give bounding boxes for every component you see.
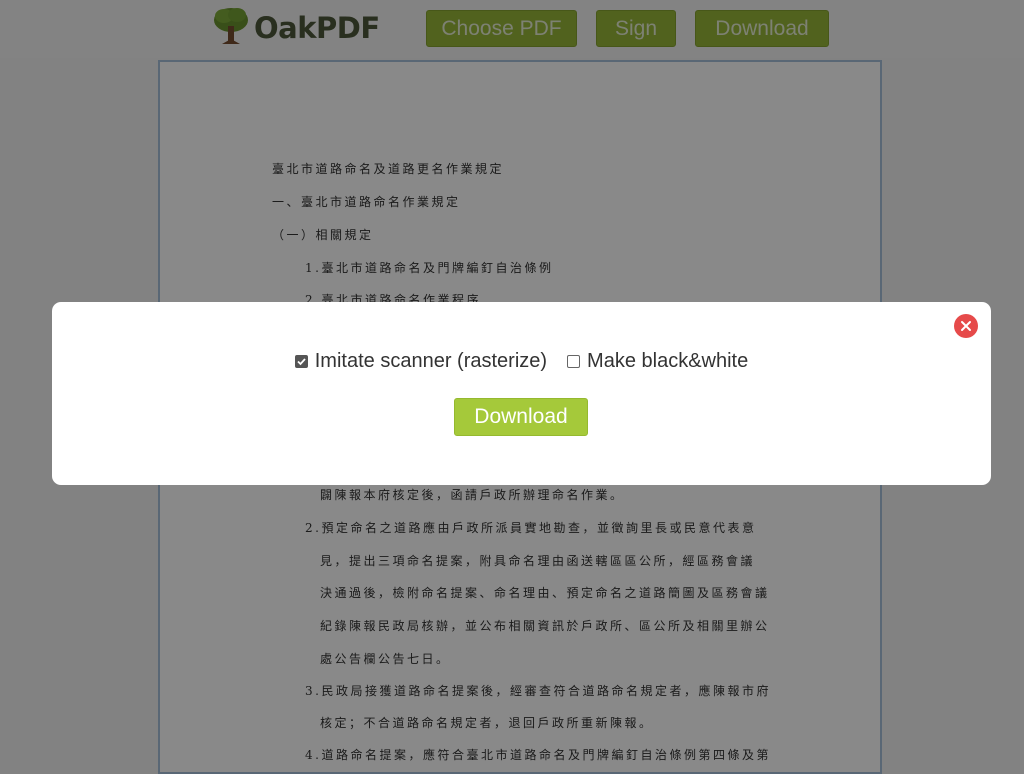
- imitate-scanner-label: Imitate scanner (rasterize): [314, 350, 548, 372]
- black-white-option[interactable]: Make black&white: [567, 350, 748, 373]
- download-options-modal: Imitate scanner (rasterize) Make black&w…: [52, 302, 991, 485]
- close-icon: [960, 317, 972, 336]
- imitate-scanner-checkbox[interactable]: [294, 355, 308, 368]
- black-white-checkbox[interactable]: [567, 355, 581, 368]
- close-button[interactable]: [954, 314, 978, 338]
- imitate-scanner-option[interactable]: Imitate scanner (rasterize): [294, 350, 548, 373]
- black-white-label: Make black&white: [587, 350, 749, 372]
- download-options: Imitate scanner (rasterize) Make black&w…: [52, 350, 991, 373]
- modal-download-button[interactable]: Download: [454, 398, 588, 436]
